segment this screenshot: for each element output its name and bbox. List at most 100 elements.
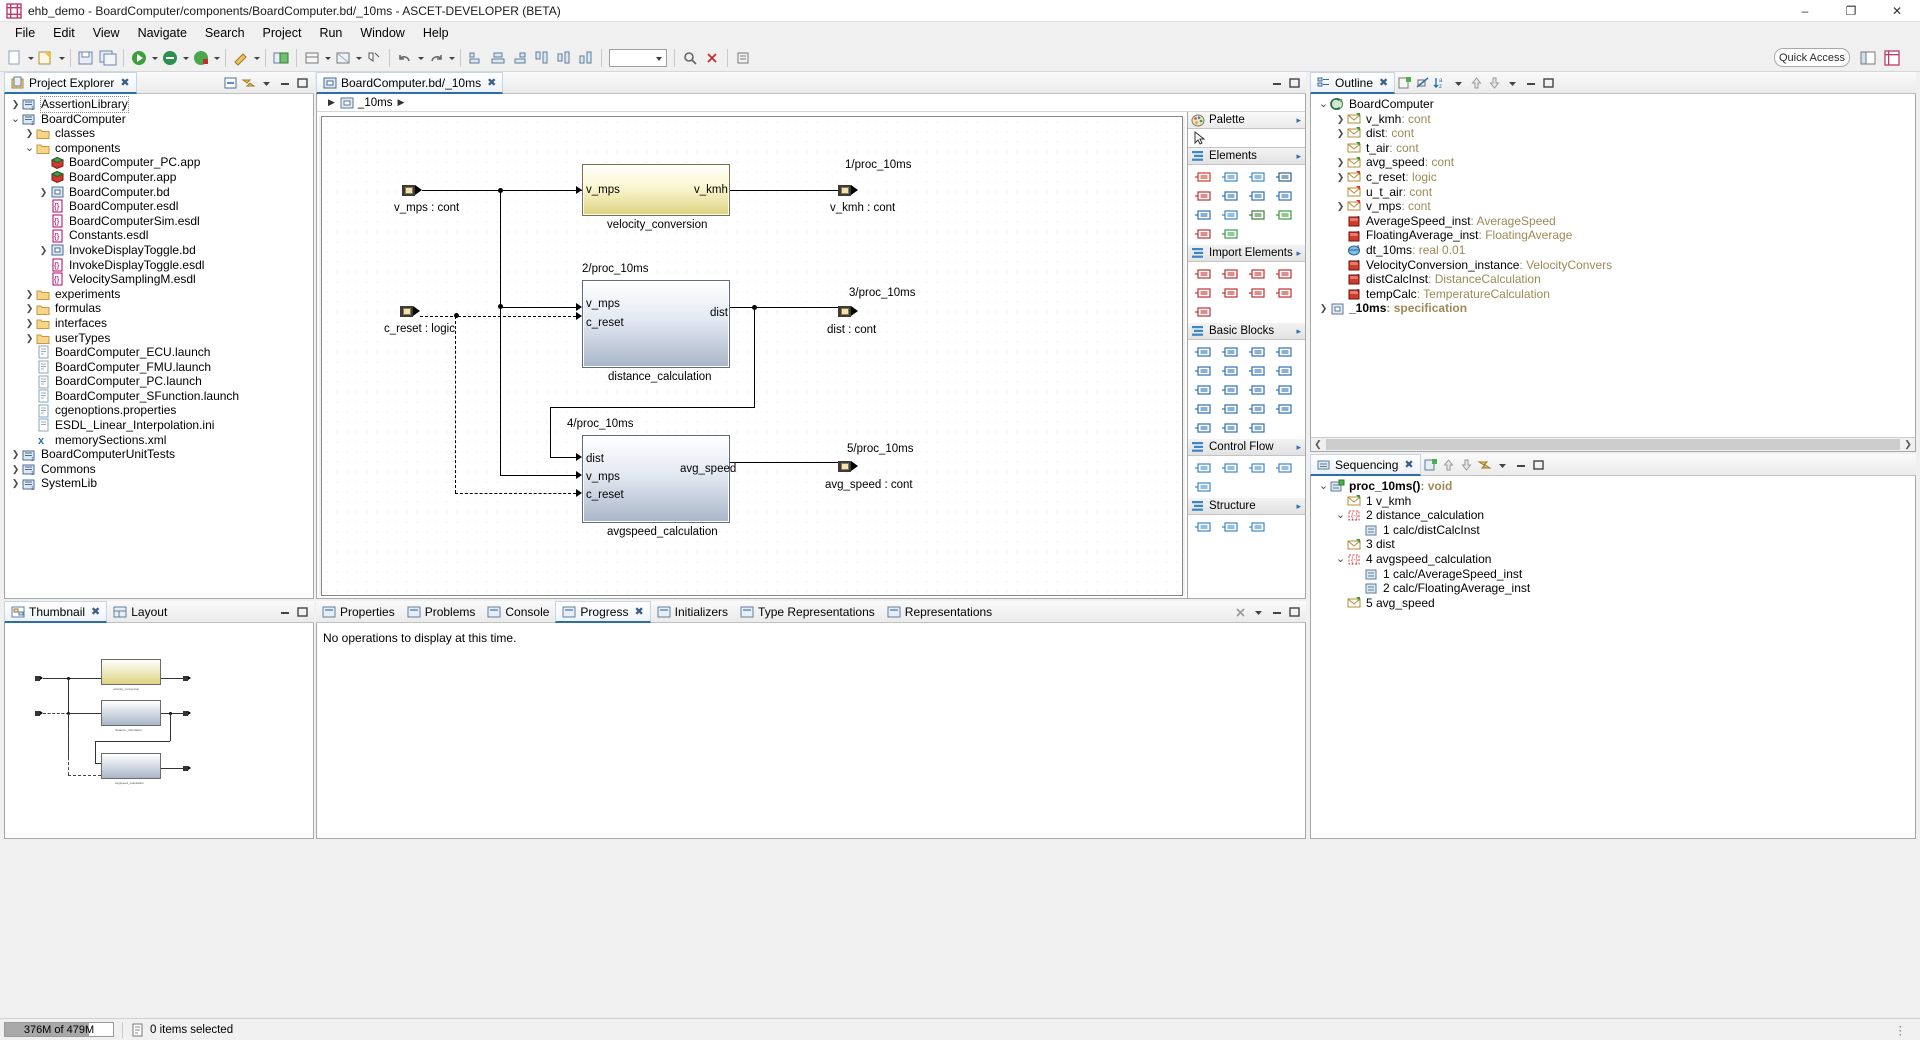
zoom-combo[interactable] (609, 49, 667, 67)
tree-row[interactable]: ❯interfaces (5, 316, 313, 331)
delete-icon[interactable] (702, 48, 722, 68)
outline-tree[interactable]: ⌄sBoardComputer❯v_kmh : cont❯dist : cont… (1311, 94, 1915, 316)
tab-layout[interactable]: Layout (107, 601, 173, 623)
align-left-icon[interactable] (466, 48, 486, 68)
input-port-v_mps-symbol[interactable] (402, 185, 422, 196)
tab-initializers[interactable]: Initializers (651, 601, 734, 623)
thumbnail-canvas[interactable]: velocity_conversion distance_calculation (5, 623, 313, 838)
move-down-icon[interactable] (1458, 457, 1475, 473)
maximize-view-icon[interactable] (294, 604, 311, 620)
collapsed-arrow-icon[interactable]: ❯ (1334, 126, 1347, 141)
constant-icon[interactable] (1217, 224, 1244, 243)
align-right-icon[interactable] (510, 48, 530, 68)
loop-icon[interactable] (1244, 458, 1271, 477)
tab-properties[interactable]: Properties (316, 601, 401, 623)
maximize-view-icon[interactable] (1530, 457, 1547, 473)
collapsed-arrow-icon[interactable]: ❯ (23, 301, 36, 316)
save-all-icon[interactable] (98, 48, 118, 68)
switch-icon[interactable] (1190, 399, 1217, 418)
hide-nonpublic-icon[interactable] (1414, 75, 1431, 91)
chevron-collapse-icon[interactable]: ▸ (1296, 151, 1301, 162)
new-sequence-icon[interactable] (1422, 457, 1439, 473)
link-with-editor-icon[interactable] (1476, 457, 1493, 473)
minmax-icon[interactable] (1244, 361, 1271, 380)
collapsed-arrow-icon[interactable]: ❯ (37, 185, 50, 200)
view-menu-icon[interactable] (258, 75, 275, 91)
tab-thumbnail[interactable]: Thumbnail ✖ (4, 601, 107, 623)
minus-icon[interactable] (1217, 342, 1244, 361)
close-icon[interactable]: ✖ (1379, 76, 1388, 89)
expanded-arrow-icon[interactable]: ⌄ (1317, 482, 1330, 490)
maximize-view-icon[interactable] (1540, 75, 1557, 91)
align-center-icon[interactable] (488, 48, 508, 68)
minimize-view-icon[interactable] (276, 604, 293, 620)
in-enum-icon[interactable] (1244, 167, 1271, 186)
tree-row[interactable]: BoardComputer_PC.app (5, 155, 313, 170)
imp-3-icon[interactable] (1244, 264, 1271, 283)
chevron-right-icon[interactable]: ▸ (1296, 115, 1301, 126)
collapsed-arrow-icon[interactable]: ❯ (9, 476, 22, 491)
profile-icon[interactable] (191, 48, 211, 68)
new-wizard-dropdown-arrow[interactable] (57, 48, 66, 68)
menu-run[interactable]: Run (310, 24, 351, 42)
open-resource-icon[interactable] (271, 48, 291, 68)
signal-icon[interactable] (1190, 224, 1217, 243)
collapsed-arrow-icon[interactable]: ❯ (37, 243, 50, 258)
maximize-view-icon[interactable] (1286, 604, 1303, 620)
palette-section-structure[interactable]: Structure▸ (1188, 498, 1305, 515)
multiply-icon[interactable] (1244, 342, 1271, 361)
sequence-icon[interactable] (1190, 477, 1217, 496)
in-scalar-icon[interactable] (1190, 167, 1217, 186)
chevron-collapse-icon[interactable]: ▸ (1296, 326, 1301, 337)
redo-icon[interactable] (426, 48, 446, 68)
bar-icon[interactable] (1271, 361, 1298, 380)
palette-section-elements[interactable]: Elements▸ (1188, 148, 1305, 165)
shift-icon[interactable] (1271, 399, 1298, 418)
menu-view[interactable]: View (84, 24, 129, 42)
bottom-view-body[interactable]: No operations to display at this time. (316, 623, 1306, 839)
tree-row[interactable]: {}BoardComputerSim.esdl (5, 214, 313, 229)
struct-icon[interactable] (1190, 517, 1217, 536)
properties-toolbar-icon[interactable] (733, 48, 753, 68)
imp-6-icon[interactable] (1217, 283, 1244, 302)
collapsed-arrow-icon[interactable]: ❯ (1317, 301, 1330, 316)
minimize-button[interactable]: – (1782, 0, 1828, 22)
tree-row[interactable]: ⌄{-}4 avgspeed_calculation (1311, 552, 1915, 567)
imp-1-icon[interactable] (1190, 264, 1217, 283)
menu-edit[interactable]: Edit (44, 24, 84, 42)
tree-row[interactable]: ❯InvokeDisplayToggle.bd (5, 243, 313, 258)
tree-row[interactable]: ⌄proc_10ms() : void (1311, 479, 1915, 494)
menu-help[interactable]: Help (414, 24, 458, 42)
imp-5-icon[interactable] (1190, 283, 1217, 302)
minimize-view-icon[interactable] (276, 75, 293, 91)
view-menu-icon[interactable] (1494, 457, 1511, 473)
breadcrumb-label[interactable]: _10ms (358, 97, 393, 109)
search-icon[interactable] (680, 48, 700, 68)
in-hash-icon[interactable] (1271, 167, 1298, 186)
palette-section-basic-blocks[interactable]: Basic Blocks▸ (1188, 323, 1305, 340)
tree-row[interactable]: ⌄1BoardComputer (5, 112, 313, 127)
move-down-icon[interactable] (1486, 75, 1503, 91)
tree-row[interactable]: 1 calc/distCalcInst (1311, 523, 1915, 538)
tree-row[interactable]: ❯v_kmh : cont (1311, 112, 1915, 127)
palette-select-tool[interactable] (1188, 129, 1305, 148)
collapsed-arrow-icon[interactable]: ❯ (9, 447, 22, 462)
link-with-editor-icon[interactable] (240, 75, 257, 91)
close-icon[interactable]: ✖ (120, 76, 129, 89)
imp-2-icon[interactable] (1217, 264, 1244, 283)
tree-row[interactable]: sFloatingAverage_inst : FloatingAverage (1311, 228, 1915, 243)
align-top-icon[interactable] (532, 48, 552, 68)
scroll-left-icon[interactable]: ❮ (1311, 439, 1325, 450)
expanded-arrow-icon[interactable]: ⌄ (1334, 555, 1347, 563)
new-wizard-icon[interactable] (36, 48, 56, 68)
tree-row[interactable]: ❯formulas (5, 301, 313, 316)
breadcrumb[interactable]: ▶ _10ms ▶ (317, 94, 1305, 112)
close-icon[interactable]: ✖ (91, 605, 100, 618)
palette-section-import-elements[interactable]: Import Elements▸ (1188, 245, 1305, 262)
collapsed-arrow-icon[interactable]: ❯ (23, 287, 36, 302)
menu-project[interactable]: Project (254, 24, 311, 42)
view-menu-icon[interactable] (1504, 75, 1521, 91)
tree-row[interactable]: BoardComputer_ECU.launch (5, 345, 313, 360)
tree-row[interactable]: ❯userTypes (5, 331, 313, 346)
tree-row[interactable]: ⌄sBoardComputer (1311, 97, 1915, 112)
